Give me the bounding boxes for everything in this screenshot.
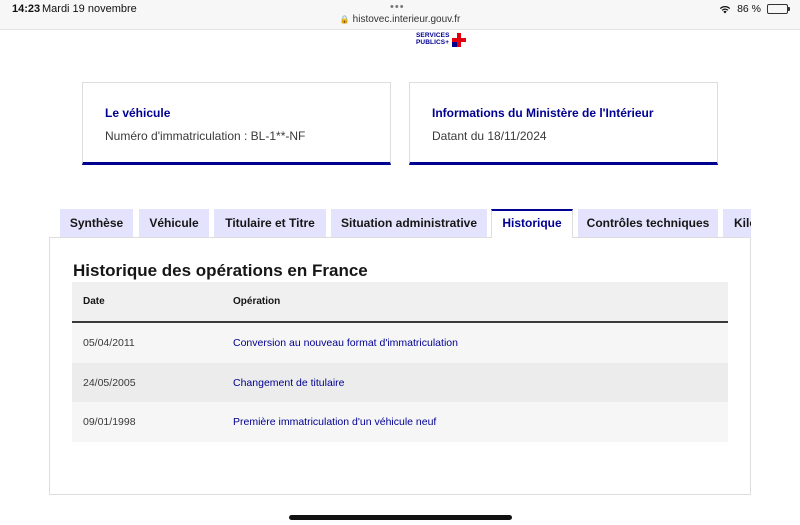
row-date: 24/05/2005: [83, 376, 136, 389]
table-row: 24/05/2005 Changement de titulaire: [72, 362, 728, 402]
ministry-card: Informations du Ministère de l'Intérieur…: [409, 82, 718, 165]
row-operation: Changement de titulaire: [233, 376, 345, 389]
tab-controles-techniques[interactable]: Contrôles techniques: [578, 209, 718, 237]
vehicle-card-title: Le véhicule: [105, 106, 171, 120]
table-header: Date Opération: [72, 282, 728, 323]
tab-vehicule[interactable]: Véhicule: [139, 209, 209, 237]
lock-icon: 🔒: [339, 15, 350, 24]
tab-bar: Synthèse Véhicule Titulaire et Titre Sit…: [59, 209, 751, 238]
logo-line-1: SERVICES: [416, 32, 450, 39]
logo-line-2: PUBLICS+: [416, 39, 450, 46]
status-indicators: 86 %: [719, 3, 790, 15]
wifi-icon: [719, 5, 731, 14]
history-title: Historique des opérations en France: [73, 261, 368, 280]
tab-kilometrage[interactable]: Kilo: [723, 209, 751, 237]
history-table: Date Opération 05/04/2011 Conversion au …: [72, 282, 728, 442]
column-date: Date: [83, 296, 105, 307]
home-indicator[interactable]: [289, 515, 512, 520]
services-publics-logo[interactable]: SERVICES PUBLICS+: [416, 32, 476, 48]
table-row: 09/01/1998 Première immatriculation d'un…: [72, 402, 728, 442]
registration-number: Numéro d'immatriculation : BL-1**-NF: [105, 129, 306, 143]
vehicle-card: Le véhicule Numéro d'immatriculation : B…: [82, 82, 391, 165]
row-date: 09/01/1998: [83, 416, 136, 428]
data-date: Datant du 18/11/2024: [432, 129, 547, 143]
tab-titulaire-titre[interactable]: Titulaire et Titre: [214, 209, 326, 237]
battery-icon: [767, 4, 790, 14]
column-operation: Opération: [233, 296, 281, 307]
tab-historique[interactable]: Historique: [491, 209, 573, 238]
tab-synthese[interactable]: Synthèse: [60, 209, 133, 237]
row-operation: Conversion au nouveau format d'immatricu…: [233, 337, 458, 349]
tab-situation-administrative[interactable]: Situation administrative: [331, 209, 487, 237]
table-row: 05/04/2011 Conversion au nouveau format …: [72, 323, 728, 363]
battery-percent: 86 %: [737, 3, 761, 15]
history-panel: Historique des opérations en France Date…: [49, 237, 751, 495]
row-operation: Première immatriculation d'un véhicule n…: [233, 416, 437, 428]
url-text: histovec.interieur.gouv.fr: [352, 14, 461, 25]
address-bar[interactable]: 🔒 histovec.interieur.gouv.fr: [0, 14, 800, 25]
logo-cross-icon: [452, 33, 466, 47]
status-bar: 14:23 Mardi 19 novembre ••• 🔒 histovec.in…: [0, 0, 800, 30]
more-options-icon[interactable]: •••: [390, 1, 405, 13]
ministry-card-title: Informations du Ministère de l'Intérieur: [432, 106, 654, 120]
row-date: 05/04/2011: [83, 337, 135, 349]
